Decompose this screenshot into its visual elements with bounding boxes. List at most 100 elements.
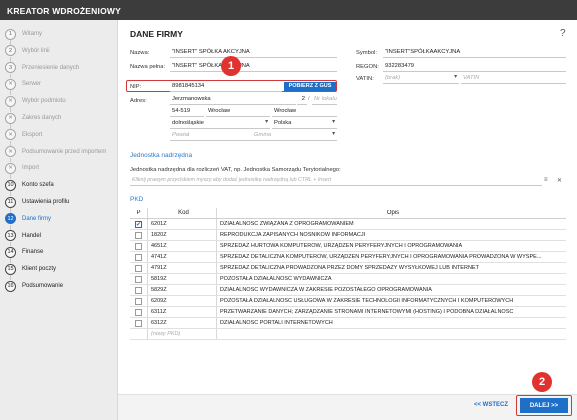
next-button[interactable]: DALEJ >> [520,398,568,413]
nazwa-label: Nazwa: [130,50,150,56]
fetch-gus-button[interactable]: POBIERZ Z GUS [284,81,336,91]
pkd-primary-checkbox[interactable] [135,242,142,250]
nip-label: NIP: [130,84,142,90]
pkd-primary-checkbox[interactable] [135,264,142,272]
step-label: Eksport [22,131,43,138]
nazwa-pelna-field[interactable]: "INSERT" SPÓŁKA AKCYJNA [170,62,337,72]
symbol-label: Symbol: [356,50,377,56]
pkd-primary-checkbox[interactable] [135,231,142,239]
wizard-step[interactable]: ✕ Zakres danych [5,112,61,124]
wizard-step[interactable]: 12 Dane firmy [5,213,51,225]
wizard-step[interactable]: ✕ Serwer [5,78,41,90]
parent-unit-label: Jednostka nadrzędna dla rozliczeń VAT, n… [130,167,341,173]
ulica-field[interactable]: Jerzmanowska [170,95,296,105]
vatin-prefix-select[interactable]: (brak) [383,74,459,84]
gmina-select[interactable]: Gmina [252,131,337,141]
pkd-primary-checkbox[interactable] [135,275,142,283]
miasto-field[interactable]: Wrocław [206,107,270,117]
step-number: ✕ [5,129,16,141]
nr-lokalu-field[interactable]: Nr lokalu [312,95,337,105]
step-label: Ustawienia profilu [22,199,70,205]
step-number: ✕ [5,78,16,90]
column-header-p[interactable]: P [130,210,147,216]
table-row[interactable]: 1820Z REPRODUKCJA ZAPISANYCH NOŚNIKÓW INF… [130,230,566,241]
pkd-section-title: PKD [130,196,144,203]
symbol-field[interactable]: "INSERT"SPÓŁKAAKCYJNA [383,48,566,58]
wizard-step[interactable]: 10 Konto szefa [5,179,54,191]
table-row[interactable]: 5829Z DZIAŁALNOŚĆ WYDAWNICZA W ZAKRESIE P… [130,285,566,296]
wizard-step[interactable]: ✕ Import [5,162,39,174]
pkd-table: P Kod Opis ✔ 6201Z DZIAŁALNOŚĆ ZWIĄZANA Z … [130,208,566,340]
step-label: Import [22,165,40,172]
regon-field[interactable]: 932283479 [383,62,566,72]
wizard-step[interactable]: 3 Przeniesienie danych [5,62,79,74]
page-title: DANE FIRMY [130,29,183,39]
pkd-description: SPRZEDAŻ DETALICZNA KOMPUTERÓW, URZĄDZEŃ… [220,254,542,260]
wizard-step[interactable]: 11 Ustawienia profilu [5,196,69,208]
nazwa-field[interactable]: "INSERT" SPÓŁKA AKCYJNA [170,48,337,58]
pkd-description: POZOSTAŁA DZIAŁALNOŚĆ USŁUGOWA W ZAKRESI… [220,298,514,304]
pkd-description: POZOSTAŁA DZIAŁALNOŚĆ WYDAWNICZA [220,276,332,282]
nazwa-pelna-label: Nazwa pełna: [130,64,166,70]
table-row[interactable]: 4791Z SPRZEDAŻ DETALICZNA PROWADZONA PRZE… [130,263,566,274]
pkd-new-placeholder[interactable]: (nowy PKD) [147,329,217,339]
pkd-primary-checkbox[interactable] [135,297,142,305]
wizard-step[interactable]: 13 Handel [5,230,41,242]
pkd-code: 6201Z [147,219,217,229]
pkd-primary-checkbox[interactable] [135,308,142,316]
step-number: ✕ [5,162,16,174]
parent-unit-field[interactable]: Kliknij prawym przyciskiem myszy aby dod… [130,176,542,186]
help-icon[interactable]: ? [560,28,566,39]
nip-field[interactable]: 8981845134 [170,82,282,92]
table-row[interactable]: 6311Z PRZETWARZANIE DANYCH; ZARZĄDZANIE S… [130,307,566,318]
step-label: Wybór podmiotu [22,98,66,105]
vatin-field[interactable]: VATIN [461,74,566,84]
step-label: Przeniesienie danych [22,64,80,71]
column-header-kod[interactable]: Kod [147,208,217,218]
menu-icon[interactable]: ≡ [544,177,548,183]
pkd-description: DZIAŁALNOŚĆ PORTALI INTERNETOWYCH [220,320,333,326]
table-row[interactable]: 6209Z POZOSTAŁA DZIAŁALNOŚĆ USŁUGOWA W ZA… [130,296,566,307]
pkd-primary-checkbox[interactable]: ✔ [135,220,142,228]
step-label: Handel [22,232,42,239]
table-row[interactable]: ✔ 6201Z DZIAŁALNOŚĆ ZWIĄZANA Z OPROGRAMOWA… [130,219,566,230]
wizard-step[interactable]: ✕ Wybór podmiotu [5,95,66,107]
step-number: 16 [5,280,16,292]
step-number: 10 [5,179,16,191]
nr-domu-field[interactable]: 2 [297,95,307,105]
wizard-step[interactable]: ✕ Eksport [5,129,42,141]
app-title: KREATOR WDROŻENIOWY [0,0,577,20]
table-row[interactable]: 4741Z SPRZEDAŻ DETALICZNA KOMPUTERÓW, URZ… [130,252,566,263]
back-button[interactable]: << WSTECZ [474,402,508,408]
pkd-code: 5819Z [147,274,217,284]
wizard-step[interactable]: 1 Witamy [5,28,42,40]
pkd-description: DZIAŁALNOŚĆ ZWIĄZANA Z OPROGRAMOWANIEM [220,221,354,227]
step-label: Podsumowanie przed importem [22,148,107,155]
wizard-step[interactable]: 14 Finanse [5,246,43,258]
pkd-description: PRZETWARZANIE DANYCH; ZARZĄDZANIE STRONA… [220,309,514,315]
kraj-select[interactable]: Polska [272,119,337,129]
wojewodztwo-select[interactable]: dolnośląskie [170,119,270,129]
pkd-code: 4741Z [147,252,217,262]
wizard-step[interactable]: 15 Klient poczty [5,263,56,275]
table-row[interactable]: 6312Z DZIAŁALNOŚĆ PORTALI INTERNETOWYCH [130,318,566,329]
table-row[interactable]: 5819Z POZOSTAŁA DZIAŁALNOŚĆ WYDAWNICZA [130,274,566,285]
pkd-primary-checkbox[interactable] [135,319,142,327]
step-label: Serwer [22,81,42,88]
wizard-step[interactable]: 16 Podsumowanie [5,280,63,292]
step-number: 14 [5,246,16,258]
pkd-primary-checkbox[interactable] [135,253,142,261]
poczta-field[interactable]: Wrocław [272,107,337,117]
kod-pocztowy-field[interactable]: 54-519 [170,107,204,117]
clear-icon[interactable]: ✕ [557,177,562,184]
wizard-step[interactable]: 2 Wybór linii [5,45,50,57]
step-number: 1 [5,28,16,40]
pkd-new-row[interactable]: (nowy PKD) [130,329,566,340]
table-row[interactable]: 4651Z SPRZEDAŻ HURTOWA KOMPUTERÓW, URZĄDZ… [130,241,566,252]
pkd-rows: ✔ 6201Z DZIAŁALNOŚĆ ZWIĄZANA Z OPROGRAMOWA… [130,219,566,329]
column-header-opis[interactable]: Opis [217,210,566,216]
pkd-code: 4651Z [147,241,217,251]
pkd-primary-checkbox[interactable] [135,286,142,294]
step-number: ✕ [5,95,16,107]
wizard-step[interactable]: ✕ Podsumowanie przed importem [5,146,106,158]
